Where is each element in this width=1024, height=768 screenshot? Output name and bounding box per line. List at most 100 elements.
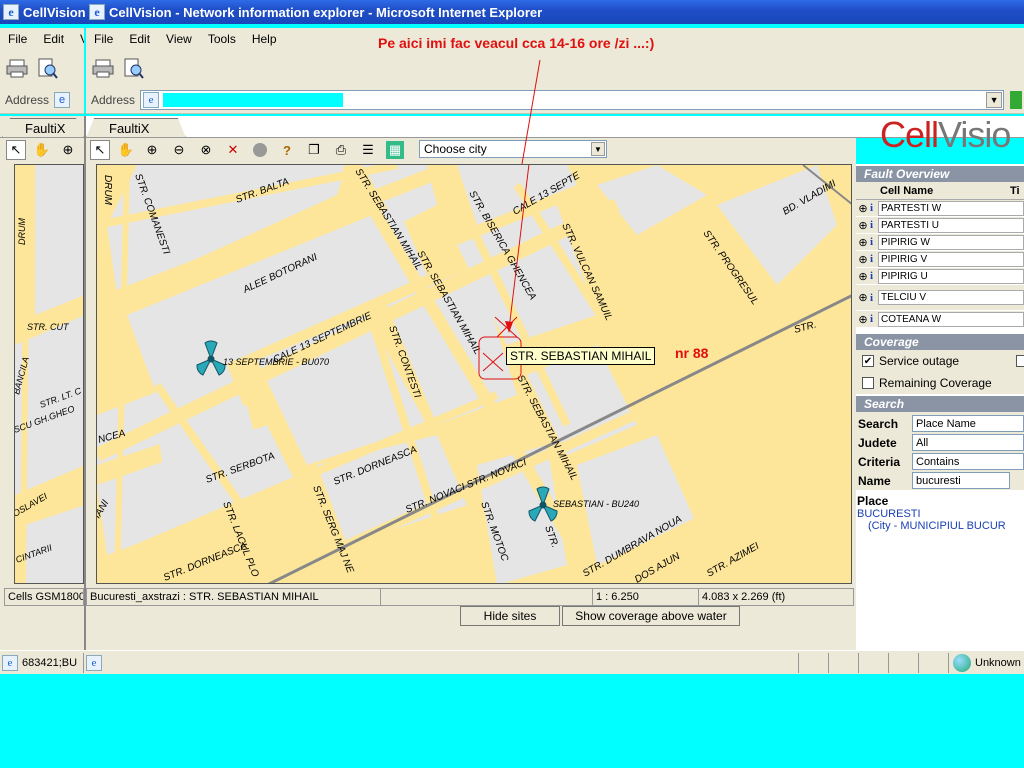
- zoom-out-icon[interactable]: ⊖: [169, 140, 189, 160]
- back-status-text: 683421;BU: [22, 656, 78, 669]
- cell-name: PIPIRIG W: [878, 234, 1024, 250]
- extra-checkbox[interactable]: [1016, 355, 1024, 367]
- back-menu-view[interactable]: Vi: [72, 32, 84, 46]
- back-select-arrow-icon[interactable]: ↖: [6, 140, 26, 160]
- back-menu-edit[interactable]: Edit: [35, 32, 72, 46]
- info-icon[interactable]: i: [870, 202, 878, 214]
- info-icon[interactable]: i: [870, 219, 878, 231]
- zoom-extent-icon[interactable]: ⊗: [196, 140, 216, 160]
- back-window-titlebar[interactable]: e CellVision: [0, 0, 86, 24]
- menu-help[interactable]: Help: [244, 32, 285, 46]
- zoom-cancel-icon[interactable]: ✕: [223, 140, 243, 160]
- back-map-svg: STR. CUT BANCILA STR. LT. C SCU GH.GHEO …: [15, 165, 83, 583]
- zoom-to-cell-icon[interactable]: ⊕: [856, 291, 870, 304]
- criteria-select[interactable]: Contains: [912, 453, 1024, 470]
- back-tab-label: FaultiX: [25, 121, 66, 136]
- ie-page-icon: e: [86, 654, 102, 671]
- list-icon[interactable]: ☰: [358, 140, 378, 160]
- menu-view[interactable]: View: [158, 32, 200, 46]
- ie-icon: e: [3, 4, 19, 20]
- menu-tools[interactable]: Tools: [200, 32, 244, 46]
- zoom-in-icon[interactable]: ⊕: [142, 140, 162, 160]
- hide-sites-button[interactable]: Hide sites: [460, 606, 560, 626]
- coverage-header: Coverage: [856, 334, 1024, 350]
- fault-row[interactable]: ⊕ i PARTESTI U: [856, 217, 1024, 234]
- zoom-to-cell-icon[interactable]: ⊕: [856, 202, 870, 215]
- chevron-down-icon[interactable]: ▼: [591, 142, 605, 156]
- menu-file[interactable]: File: [86, 32, 121, 46]
- city-select[interactable]: Choose city ▼: [419, 140, 607, 158]
- back-map-canvas[interactable]: STR. CUT BANCILA STR. LT. C SCU GH.GHEO …: [14, 164, 84, 584]
- status-cell: [798, 652, 828, 673]
- print-icon[interactable]: [90, 55, 116, 81]
- zoom-to-cell-icon[interactable]: ⊕: [856, 236, 870, 249]
- info-icon[interactable]: i: [870, 313, 878, 325]
- search-type-label: Search: [858, 416, 899, 431]
- map-layer-icon[interactable]: ▦: [385, 140, 405, 160]
- cell-name: PARTESTI W: [878, 200, 1024, 216]
- circle-icon[interactable]: [250, 140, 270, 160]
- go-arrow-icon[interactable]: [1010, 90, 1023, 109]
- help-question-icon[interactable]: ?: [277, 140, 297, 160]
- back-menu-file[interactable]: File: [0, 32, 35, 46]
- back-status-bar: Cells GSM1800 :: [4, 588, 84, 606]
- fault-row[interactable]: ⊕ i TELCIU V: [856, 285, 1024, 311]
- print-icon[interactable]: ⎙: [331, 140, 351, 160]
- back-street-label: STR. CUT: [27, 322, 70, 332]
- back-zoom-in-icon[interactable]: ⊕: [58, 140, 78, 160]
- fault-rows: ⊕ i PARTESTI W ⊕ i PARTESTI U ⊕ i PIPIRIG W ⊕ i PIP…: [856, 200, 1024, 328]
- hand-pan-icon[interactable]: ✋: [116, 140, 136, 160]
- back-window-title: CellVision: [23, 4, 86, 20]
- back-hand-pan-icon[interactable]: ✋: [32, 140, 52, 160]
- remaining-coverage-row: Remaining Coverage: [856, 372, 1024, 394]
- ie-icon: e: [89, 4, 105, 20]
- fault-row[interactable]: ⊕ i COTEANA W: [856, 311, 1024, 328]
- fault-row[interactable]: ⊕ i PIPIRIG U: [856, 268, 1024, 285]
- search-type-select[interactable]: Place Name: [912, 415, 1024, 432]
- map-canvas[interactable]: STR. BALTA STR. COMANESTI DRUM STR. BISE…: [96, 164, 852, 584]
- copy-icon[interactable]: ❐: [304, 140, 324, 160]
- name-input[interactable]: bucuresti: [912, 472, 1010, 489]
- service-outage-checkbox[interactable]: ✔: [862, 355, 874, 367]
- fault-row[interactable]: ⊕ i PIPIRIG V: [856, 251, 1024, 268]
- print-preview-icon[interactable]: [120, 55, 146, 81]
- logo-vision-text: Visio: [938, 114, 1011, 155]
- judete-select[interactable]: All: [912, 434, 1024, 451]
- cell-site-label: 13 SEPTEMBRIE - BU070: [223, 357, 329, 367]
- cell-name: PARTESTI U: [878, 217, 1024, 233]
- cellvision-logo: CellVisio: [880, 114, 1011, 156]
- zoom-to-cell-icon[interactable]: ⊕: [856, 270, 870, 283]
- menu-edit[interactable]: Edit: [121, 32, 158, 46]
- remaining-coverage-checkbox[interactable]: [862, 377, 874, 389]
- info-icon[interactable]: i: [870, 253, 878, 265]
- back-tab-faultix[interactable]: FaultiX: [2, 118, 84, 138]
- search-row: Search Place Name: [856, 414, 1024, 433]
- fault-row[interactable]: ⊕ i PIPIRIG W: [856, 234, 1024, 251]
- zoom-to-cell-icon[interactable]: ⊕: [856, 253, 870, 266]
- cell-name: COTEANA W: [878, 311, 1024, 327]
- window-titlebar[interactable]: e CellVision - Network information explo…: [86, 0, 1024, 24]
- comment-annotation: Pe aici imi fac veacul cca 14-16 ore /zi…: [378, 35, 655, 51]
- tab-faultix[interactable]: FaultiX: [86, 118, 186, 138]
- select-arrow-icon[interactable]: ↖: [90, 140, 110, 160]
- print-icon[interactable]: [4, 55, 30, 81]
- status-empty: [381, 589, 593, 605]
- street-label: STR. DORNEASCA: [162, 540, 249, 584]
- zoom-to-cell-icon[interactable]: ⊕: [856, 313, 870, 326]
- info-icon[interactable]: i: [870, 236, 878, 248]
- address-input[interactable]: e ▼: [140, 89, 1005, 110]
- info-icon[interactable]: i: [870, 292, 878, 304]
- back-address-bar: Address e: [0, 86, 84, 114]
- place-result-link[interactable]: BUCURESTI: [856, 508, 1024, 520]
- address-dropdown-icon[interactable]: ▼: [986, 91, 1003, 108]
- fault-row[interactable]: ⊕ i PARTESTI W: [856, 200, 1024, 217]
- print-preview-icon[interactable]: [34, 55, 60, 81]
- circle-shape: [253, 143, 267, 157]
- info-icon[interactable]: i: [870, 270, 878, 282]
- map-svg: STR. BALTA STR. COMANESTI DRUM STR. BISE…: [97, 165, 851, 584]
- show-coverage-button[interactable]: Show coverage above water: [562, 606, 740, 626]
- zoom-to-cell-icon[interactable]: ⊕: [856, 219, 870, 232]
- fault-overview-header: Fault Overview: [856, 166, 1024, 182]
- back-menu-bar: File Edit Vi: [0, 28, 84, 50]
- address-bar: Address e ▼: [86, 86, 1024, 114]
